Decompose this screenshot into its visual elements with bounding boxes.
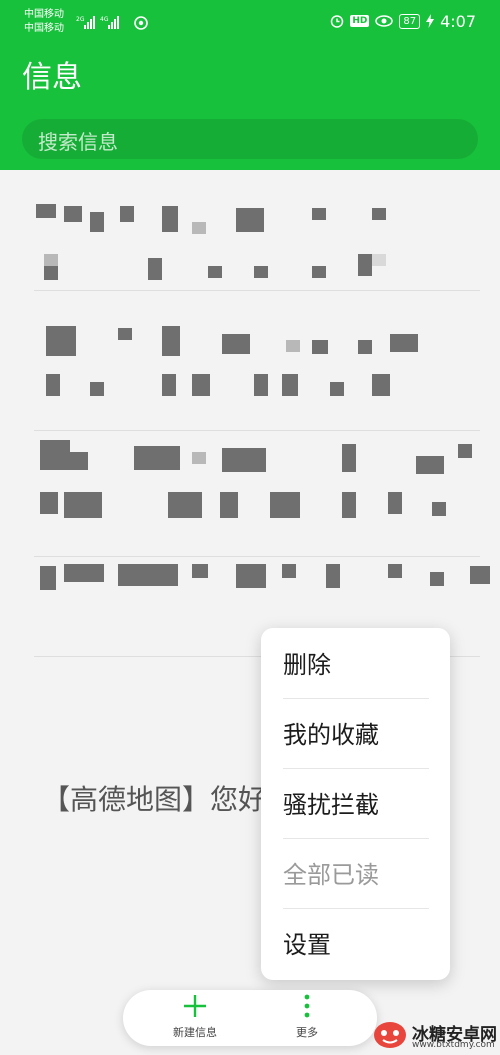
clock: 4:07 [440, 11, 476, 31]
signal-icon: 2G 4G [76, 16, 148, 30]
menu-divider [283, 698, 429, 699]
net1-label: 2G [76, 16, 85, 23]
menu-divider [283, 838, 429, 839]
watermark: 冰糖安卓网 www.btxtdmy.com [372, 1016, 498, 1052]
menu-divider [283, 768, 429, 769]
new-message-label: 新建信息 [173, 1026, 217, 1039]
list-item[interactable] [0, 194, 500, 304]
page-title: 信息 [22, 60, 82, 95]
divider [34, 556, 480, 557]
plus-icon [184, 995, 206, 1017]
app-header: 中国移动 中国移动 2G 4G HD 87 4:07 信息 搜索信息 [0, 0, 500, 170]
menu-item-harassment-block[interactable]: 骚扰拦截 [283, 770, 429, 840]
more-dots-icon [304, 994, 310, 1018]
carrier-2: 中国移动 [24, 23, 64, 34]
menu-item-settings[interactable]: 设置 [283, 910, 429, 980]
search-placeholder: 搜索信息 [38, 130, 118, 154]
menu-divider [283, 908, 429, 909]
menu-item-favorites[interactable]: 我的收藏 [283, 700, 429, 770]
divider [34, 430, 480, 431]
more-button[interactable]: 更多 [257, 990, 357, 1046]
search-input[interactable]: 搜索信息 [22, 119, 478, 159]
list-item[interactable] [0, 320, 500, 430]
alarm-icon [331, 15, 344, 28]
charging-icon [426, 14, 435, 28]
new-message-button[interactable]: 新建信息 [145, 990, 245, 1046]
overflow-menu: 删除 我的收藏 骚扰拦截 全部已读 设置 [261, 628, 450, 980]
divider [34, 290, 480, 291]
bottom-action-bar: 新建信息 更多 [123, 990, 377, 1046]
status-bar: 中国移动 中国移动 2G 4G HD 87 4:07 [0, 0, 500, 44]
watermark-url: www.btxtdmy.com [412, 1040, 495, 1050]
carrier-1: 中国移动 [24, 9, 64, 20]
watermark-logo-icon [374, 1022, 406, 1048]
hd-badge: HD [350, 15, 370, 27]
menu-item-mark-all-read: 全部已读 [283, 861, 379, 889]
status-right: HD 87 4:07 [330, 11, 476, 31]
more-label: 更多 [296, 1026, 318, 1039]
net2-label: 4G [100, 16, 109, 23]
list-item[interactable] [0, 440, 500, 550]
eye-icon [375, 15, 394, 27]
wifi-icon [134, 16, 148, 30]
menu-item-delete[interactable]: 删除 [283, 630, 429, 700]
battery-level: 87 [399, 13, 421, 29]
